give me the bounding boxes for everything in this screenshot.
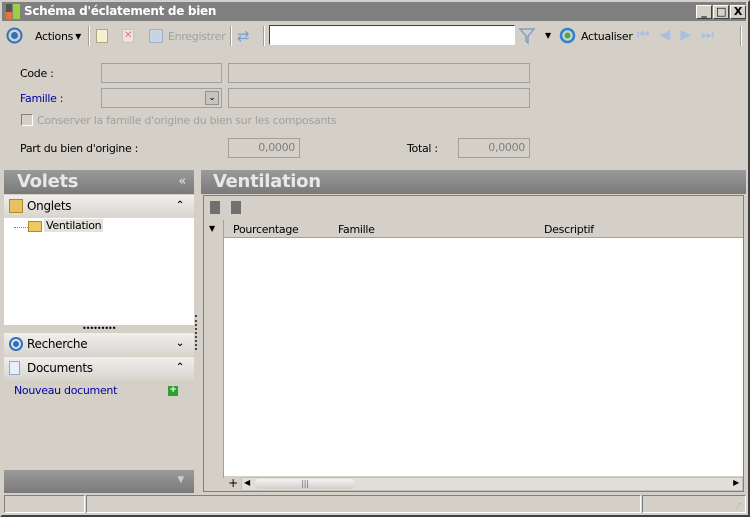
- chevron-double-down-icon[interactable]: ⌄: [205, 91, 219, 105]
- famille-label[interactable]: Famille :: [20, 92, 64, 105]
- delete-icon[interactable]: ✕: [122, 29, 134, 43]
- first-record-icon[interactable]: ⏮: [637, 27, 660, 43]
- code-label: Code :: [20, 67, 54, 80]
- famille-description-input[interactable]: [228, 88, 530, 108]
- grid-page-icon[interactable]: [210, 201, 220, 214]
- scroll-thumb[interactable]: |||: [255, 479, 355, 489]
- documents-label: Documents: [27, 361, 93, 375]
- vertical-splitter[interactable]: [195, 315, 197, 350]
- conserver-checkbox-label: Conserver la famille d'origine du bien s…: [37, 114, 337, 127]
- column-header-pourcentage[interactable]: Pourcentage: [233, 223, 299, 236]
- volets-header: Volets «: [4, 170, 194, 194]
- maximize-button[interactable]: □: [713, 5, 729, 19]
- separator: [88, 26, 90, 46]
- window-title: Schéma d'éclatement de bien: [24, 4, 217, 18]
- search-circle-icon: [9, 337, 23, 351]
- prev-record-icon[interactable]: ◀: [660, 27, 681, 43]
- refresh-button[interactable]: Actualiser: [581, 24, 633, 48]
- tree-item-ventilation[interactable]: Ventilation: [44, 219, 104, 232]
- column-header-famille[interactable]: Famille: [338, 223, 375, 236]
- new-icon[interactable]: [96, 29, 108, 43]
- filter-icon[interactable]: [518, 27, 536, 45]
- recherche-label: Recherche: [27, 337, 88, 351]
- onglets-label: Onglets: [27, 199, 72, 213]
- column-chooser-icon[interactable]: ▼: [209, 224, 215, 233]
- column-header-descriptif[interactable]: Descriptif: [544, 223, 594, 236]
- refresh-icon[interactable]: [559, 27, 576, 44]
- grid-page-edit-icon[interactable]: [231, 201, 241, 214]
- conserver-checkbox[interactable]: [21, 114, 33, 126]
- add-row-button[interactable]: +: [226, 477, 240, 491]
- add-icon[interactable]: +: [168, 386, 178, 396]
- save-icon[interactable]: [149, 29, 163, 43]
- volets-title: Volets: [17, 171, 79, 192]
- code-description-input[interactable]: [228, 63, 530, 83]
- total-label: Total :: [407, 142, 438, 155]
- chevron-up-icon[interactable]: ⌃: [176, 195, 184, 217]
- tree-line: [14, 227, 28, 228]
- horizontal-scrollbar[interactable]: ◀ ||| ▶: [241, 477, 743, 491]
- filter-dropdown-icon[interactable]: ▼: [545, 31, 551, 40]
- status-panel-2: [86, 495, 641, 513]
- close-button[interactable]: X: [730, 5, 746, 19]
- row-selector-column: ▼: [204, 220, 224, 478]
- grid-header: Pourcentage Famille Descriptif: [224, 220, 743, 238]
- new-document-link[interactable]: Nouveau document: [14, 384, 117, 397]
- status-panel-3: [642, 495, 746, 513]
- last-record-icon[interactable]: ⏭: [701, 27, 724, 43]
- separator: [263, 26, 265, 46]
- separator: [230, 26, 232, 46]
- chevron-down-icon[interactable]: ⌄: [176, 333, 184, 355]
- nav-circle-icon[interactable]: [6, 27, 23, 44]
- code-input[interactable]: [101, 63, 222, 83]
- ventilation-header: Ventilation: [201, 170, 746, 194]
- record-nav: ⏮◀▶⏭: [637, 27, 724, 43]
- ventilation-grid: ▼ Pourcentage Famille Descriptif + ◀ |||…: [203, 195, 744, 492]
- panel-footer: ▼: [4, 470, 194, 493]
- dropdown-arrow-icon: ▼: [75, 31, 81, 41]
- actions-label: Actions: [35, 29, 74, 43]
- chevron-up-icon[interactable]: ⌃: [176, 357, 184, 379]
- open-folder-icon: [28, 221, 42, 232]
- onglets-tree: Ventilation: [4, 218, 194, 325]
- panel-menu-icon[interactable]: ▼: [177, 475, 184, 485]
- separator: [740, 26, 742, 46]
- actions-menu[interactable]: Actions ▼: [35, 24, 81, 48]
- save-button[interactable]: Enregistrer: [168, 24, 226, 48]
- splitter-handle[interactable]: •••••••••: [82, 324, 116, 333]
- section-onglets[interactable]: Onglets ⌃: [4, 195, 194, 218]
- sync-icon[interactable]: ⇄: [237, 27, 250, 45]
- folder-icon: [9, 199, 23, 213]
- part-input[interactable]: 0,0000: [228, 138, 300, 158]
- total-input[interactable]: 0,0000: [458, 138, 530, 158]
- collapse-panel-button[interactable]: «: [178, 170, 186, 194]
- resize-grip-icon[interactable]: ⋰: [735, 502, 742, 510]
- grid-body: [224, 238, 743, 476]
- part-label: Part du bien d'origine :: [20, 142, 139, 155]
- scroll-left-icon[interactable]: ◀: [244, 478, 250, 487]
- status-panel-1: [4, 495, 85, 513]
- title-bar: Schéma d'éclatement de bien _ □ X: [2, 2, 746, 21]
- next-record-icon[interactable]: ▶: [680, 27, 701, 43]
- minimize-button[interactable]: _: [696, 5, 712, 19]
- search-input[interactable]: [269, 25, 515, 45]
- app-logo-icon: [6, 4, 20, 19]
- section-recherche[interactable]: Recherche ⌄: [4, 333, 194, 356]
- famille-select[interactable]: ⌄: [101, 88, 222, 108]
- scroll-right-icon[interactable]: ▶: [733, 478, 739, 487]
- section-documents[interactable]: Documents ⌃: [4, 357, 194, 380]
- document-icon: [9, 361, 20, 375]
